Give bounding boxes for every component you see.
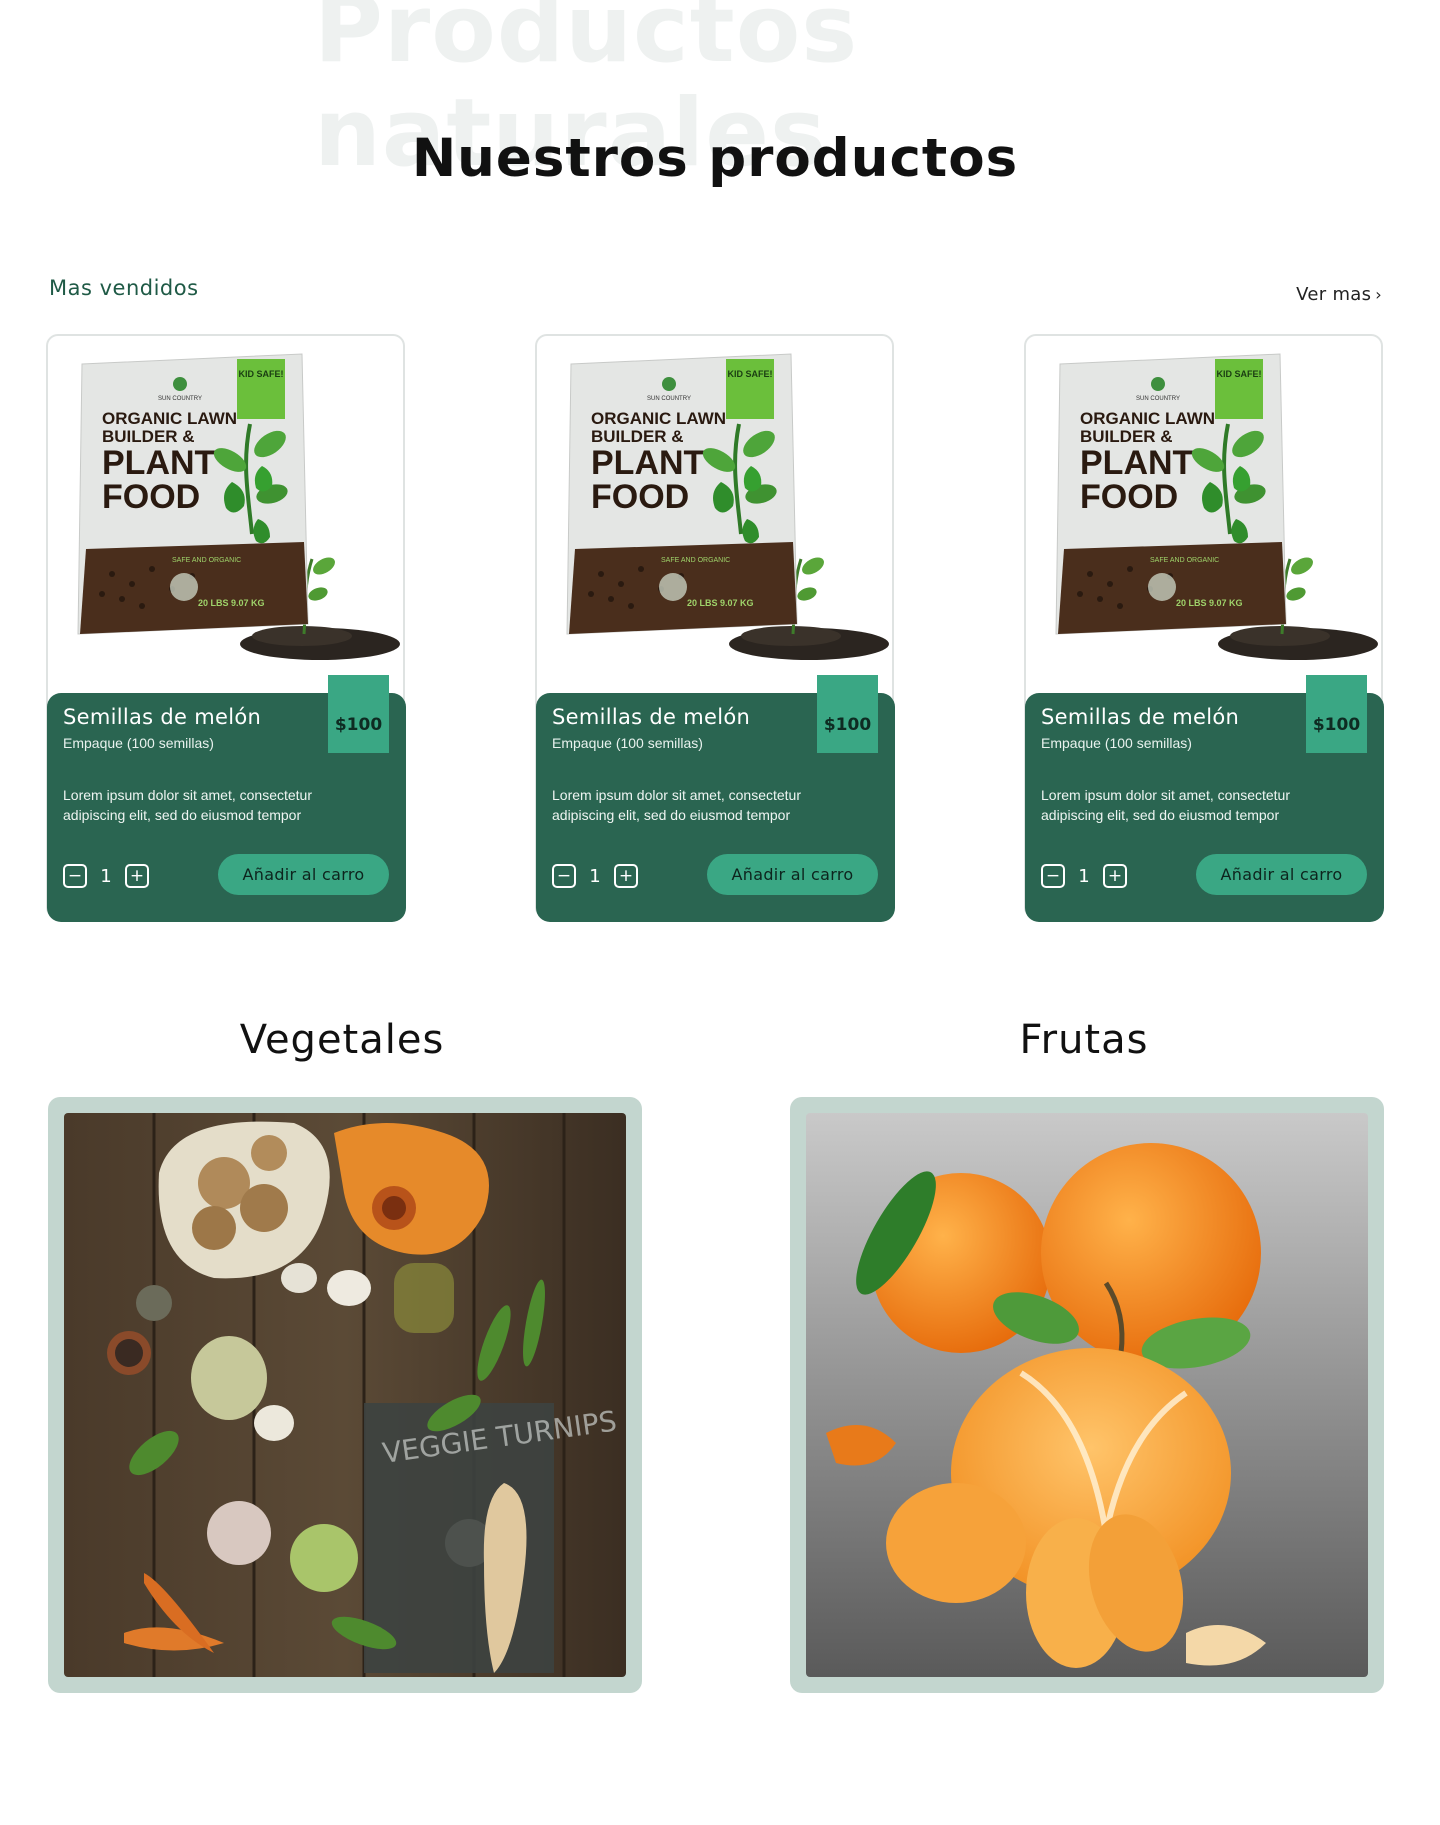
category-card-fruits[interactable] (790, 1097, 1384, 1693)
bag-safe: SAFE AND ORGANIC (172, 557, 241, 564)
bag-line3: PLANT (102, 444, 216, 482)
brand-text: SUN COUNTRY (647, 396, 691, 402)
minus-icon[interactable]: − (552, 864, 576, 888)
quantity-value: 1 (589, 865, 601, 887)
bag-weight: 20 LBS 9.07 KG (687, 598, 754, 608)
product-name: Semillas de melón (552, 705, 751, 729)
badge-text: KID SAFE! (1217, 369, 1262, 379)
product-package: Empaque (100 semillas) (552, 735, 703, 751)
see-more-link[interactable]: Ver mas › (1296, 284, 1382, 305)
bag-safe: SAFE AND ORGANIC (661, 557, 730, 564)
price-tag: $100 (1306, 675, 1367, 753)
product-description: Lorem ipsum dolor sit amet, consectetur … (1041, 787, 1290, 823)
product-name: Semillas de melón (63, 705, 262, 729)
badge-text: KID SAFE! (728, 369, 773, 379)
fruits-image (806, 1113, 1368, 1677)
product-card: KID SAFE! SUN COUNTRY ORGANIC LAWN BUILD… (46, 334, 406, 922)
product-package: Empaque (100 semillas) (63, 735, 214, 751)
bag-weight: 20 LBS 9.07 KG (1176, 598, 1243, 608)
product-image: KID SAFE! SUN COUNTRY ORGANIC LAWN BUILD… (1055, 353, 1378, 660)
product-package: Empaque (100 semillas) (1041, 735, 1192, 751)
plus-icon[interactable]: + (1103, 864, 1127, 888)
quantity-stepper: − 1 + (63, 864, 149, 888)
brand-text: SUN COUNTRY (158, 396, 202, 402)
bag-line1: ORGANIC LAWN (1080, 409, 1215, 428)
quantity-value: 1 (100, 865, 112, 887)
product-name: Semillas de melón (1041, 705, 1240, 729)
price-tag: $100 (328, 675, 389, 753)
category-title-fruits: Frutas (1019, 1017, 1149, 1063)
minus-icon[interactable]: − (63, 864, 87, 888)
bag-line4: FOOD (102, 478, 200, 516)
category-title-vegetables: Vegetales (239, 1017, 445, 1063)
bag-line1: ORGANIC LAWN (102, 409, 237, 428)
plus-icon[interactable]: + (614, 864, 638, 888)
bag-weight: 20 LBS 9.07 KG (198, 598, 265, 608)
plus-icon[interactable]: + (125, 864, 149, 888)
quantity-value: 1 (1078, 865, 1090, 887)
badge-text: KID SAFE! (239, 369, 284, 379)
category-card-vegetables[interactable]: VEGGIE TURNIPS CELERY POTATO PARSNIP CAR… (48, 1097, 642, 1693)
product-description: Lorem ipsum dolor sit amet, consectetur … (63, 787, 312, 823)
product-image: KID SAFE! SUN COUNTRY ORGANIC LAWN BUILD… (566, 353, 889, 660)
brand-text: SUN COUNTRY (1136, 396, 1180, 402)
bag-line3: PLANT (591, 444, 705, 482)
product-description: Lorem ipsum dolor sit amet, consectetur … (552, 787, 801, 823)
bag-safe: SAFE AND ORGANIC (1150, 557, 1219, 564)
bag-line3: PLANT (1080, 444, 1194, 482)
add-to-cart-button[interactable]: Añadir al carro (218, 854, 389, 895)
quantity-stepper: − 1 + (1041, 864, 1127, 888)
vegetables-image: VEGGIE TURNIPS CELERY POTATO PARSNIP CAR… (64, 1113, 626, 1677)
product-image: KID SAFE! SUN COUNTRY ORGANIC LAWN BUILD… (77, 353, 400, 660)
bag-line4: FOOD (1080, 478, 1178, 516)
price-tag: $100 (817, 675, 878, 753)
page-title: Nuestros productos (411, 128, 1019, 189)
add-to-cart-button[interactable]: Añadir al carro (707, 854, 878, 895)
quantity-stepper: − 1 + (552, 864, 638, 888)
minus-icon[interactable]: − (1041, 864, 1065, 888)
see-more-label: Ver mas (1296, 284, 1372, 305)
add-to-cart-button[interactable]: Añadir al carro (1196, 854, 1367, 895)
bag-line4: FOOD (591, 478, 689, 516)
chevron-right-icon: › (1375, 285, 1382, 304)
product-card: KID SAFE! SUN COUNTRY ORGANIC LAWN BUILD… (1024, 334, 1384, 922)
product-card: KID SAFE! SUN COUNTRY ORGANIC LAWN BUILD… (535, 334, 895, 922)
bag-line1: ORGANIC LAWN (591, 409, 726, 428)
section-label-best-sellers: Mas vendidos (49, 276, 199, 300)
